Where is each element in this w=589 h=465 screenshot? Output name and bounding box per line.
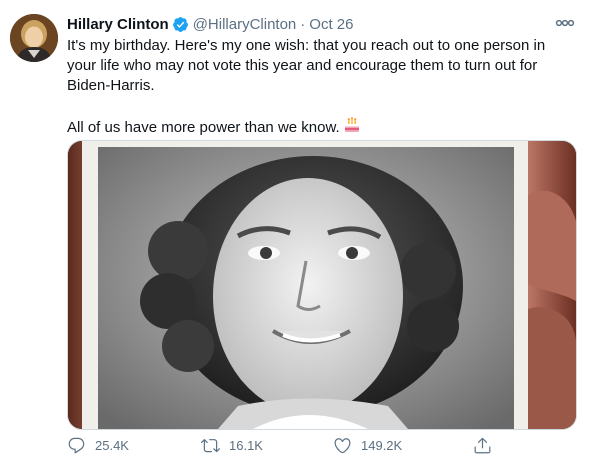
tweet-text-paragraph-1: It's my birthday. Here's my one wish: th… (67, 37, 546, 94)
retweet-count: 16.1K (229, 438, 263, 453)
reply-button[interactable]: 25.4K (67, 436, 129, 455)
reply-icon (68, 437, 85, 454)
tweet-actions: 25.4K 16.1K 149.2K (67, 436, 567, 458)
avatar-image (10, 14, 58, 62)
tweet-photo[interactable] (67, 140, 577, 430)
share-icon (474, 437, 491, 454)
tweet[interactable]: Hillary Clinton @HillaryClinton · Oct 26… (0, 0, 589, 465)
tweet-text: It's my birthday. Here's my one wish: th… (67, 36, 577, 138)
tweet-text-paragraph-2: All of us have more power than we know. (67, 116, 577, 138)
retweet-button[interactable]: 16.1K (201, 436, 263, 455)
verified-badge-icon (172, 16, 188, 32)
like-count: 149.2K (361, 438, 403, 453)
more-horizontal-icon[interactable] (554, 14, 576, 32)
avatar[interactable] (10, 14, 58, 62)
display-name[interactable]: Hillary Clinton (67, 16, 169, 33)
heart-icon (334, 438, 351, 454)
retweet-icon (201, 439, 220, 453)
author-handle[interactable]: @HillaryClinton (193, 16, 297, 33)
birthday-cake-icon (344, 117, 359, 132)
photo-image (68, 141, 576, 429)
share-button[interactable] (473, 436, 501, 455)
reply-count: 25.4K (95, 438, 129, 453)
tweet-text-line-2: All of us have more power than we know. (67, 119, 340, 136)
separator-dot: · (300, 15, 306, 33)
like-button[interactable]: 149.2K (333, 436, 402, 455)
timestamp[interactable]: Oct 26 (309, 16, 353, 33)
tweet-header: Hillary Clinton @HillaryClinton · Oct 26 (67, 13, 353, 35)
